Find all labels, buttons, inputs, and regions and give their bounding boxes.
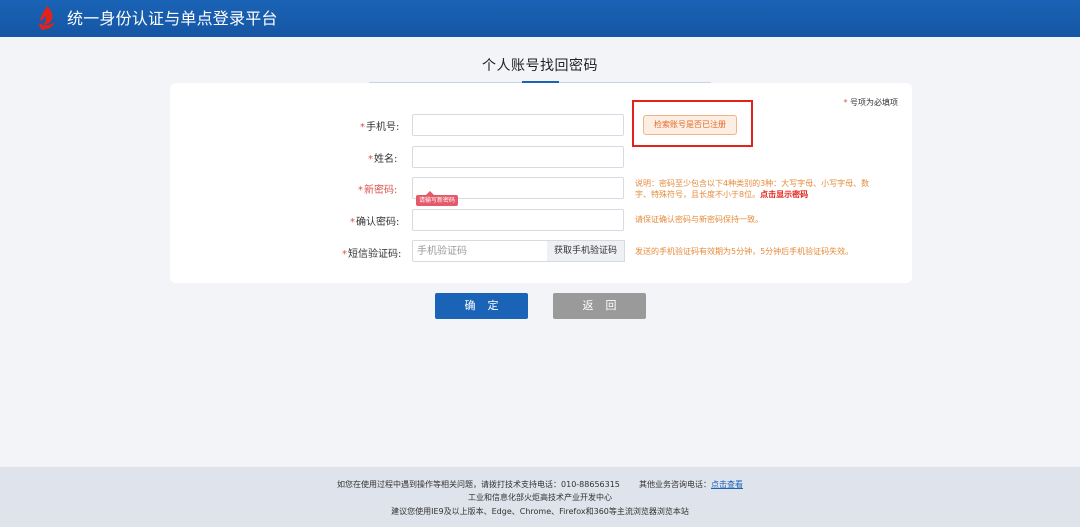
app-title: 统一身份认证与单点登录平台 — [67, 9, 278, 28]
required-note-text: 号项为必填项 — [847, 98, 898, 107]
new-password-required-star: * — [358, 185, 363, 196]
sms-code-label-text: 短信验证码: — [348, 249, 402, 260]
footer-consult-text: 其他业务咨询电话： — [638, 480, 711, 489]
page-title: 个人账号找回密码 — [482, 58, 598, 74]
new-password-label-text: 新密码: — [364, 185, 398, 196]
password-rule-hint: 说明：密码至少包含以下4种类别的3种：大写字母、小写字母、数字、特殊符号，且长度… — [635, 178, 871, 200]
form-card: * 号项为必填项 *手机号: 检索账号是否已注册 *姓名: *新密码: 请输写新… — [170, 83, 912, 283]
torch-logo-icon — [39, 6, 55, 30]
required-note: * 号项为必填项 — [843, 97, 898, 108]
confirm-button[interactable]: 确定 — [435, 293, 528, 319]
page-title-section: 个人账号找回密码 — [369, 55, 711, 85]
phone-label-text: 手机号: — [366, 122, 400, 133]
sms-code-input[interactable] — [412, 240, 548, 262]
footer-support-text: 如您在使用过程中遇到操作等相关问题，请拨打技术支持电话：010-88656315 — [337, 480, 620, 489]
name-label: *姓名: — [368, 150, 397, 165]
footer-browser-line: 建议您使用IE9及以上版本、Edge、Chrome、Firefox和360等主流… — [391, 507, 689, 516]
phone-input[interactable] — [412, 114, 624, 136]
phone-required-star: * — [360, 122, 365, 133]
phone-label: *手机号: — [360, 118, 399, 133]
footer: 如您在使用过程中遇到操作等相关问题，请拨打技术支持电话：010-88656315… — [0, 467, 1080, 527]
back-button[interactable]: 返回 — [553, 293, 646, 319]
get-sms-code-button[interactable]: 获取手机验证码 — [547, 240, 625, 262]
new-password-label: *新密码: — [358, 181, 397, 196]
sms-code-label: *短信验证码: — [342, 245, 401, 260]
password-rule-text: 说明：密码至少包含以下4种类别的3种：大写字母、小写字母、数字、特殊符号，且长度… — [635, 179, 870, 199]
name-input[interactable] — [412, 146, 624, 168]
footer-consult-link[interactable]: 点击查看 — [711, 480, 743, 489]
confirm-password-label: *确认密码: — [350, 213, 399, 228]
show-password-link[interactable]: 点击显示密码 — [760, 190, 808, 199]
sms-rule-hint: 发送的手机验证码有效期为5分钟，5分钟后手机验证码失效。 — [635, 247, 854, 256]
footer-support-line: 如您在使用过程中遇到操作等相关问题，请拨打技术支持电话：010-88656315… — [0, 479, 1080, 491]
confirm-password-required-star: * — [350, 217, 355, 228]
new-password-tooltip: 请输写新密码 — [416, 191, 459, 206]
confirm-password-input[interactable] — [412, 209, 624, 231]
confirm-password-label-text: 确认密码: — [356, 217, 400, 228]
check-account-button[interactable]: 检索账号是否已注册 — [643, 115, 737, 135]
sms-code-required-star: * — [342, 249, 347, 260]
name-label-text: 姓名: — [374, 154, 398, 165]
confirm-rule-hint: 请保证确认密码与新密码保持一致。 — [635, 215, 763, 224]
top-bar: 统一身份认证与单点登录平台 — [0, 0, 1080, 37]
footer-org-line: 工业和信息化部火炬高技术产业开发中心 — [468, 493, 612, 502]
name-required-star: * — [368, 154, 373, 165]
